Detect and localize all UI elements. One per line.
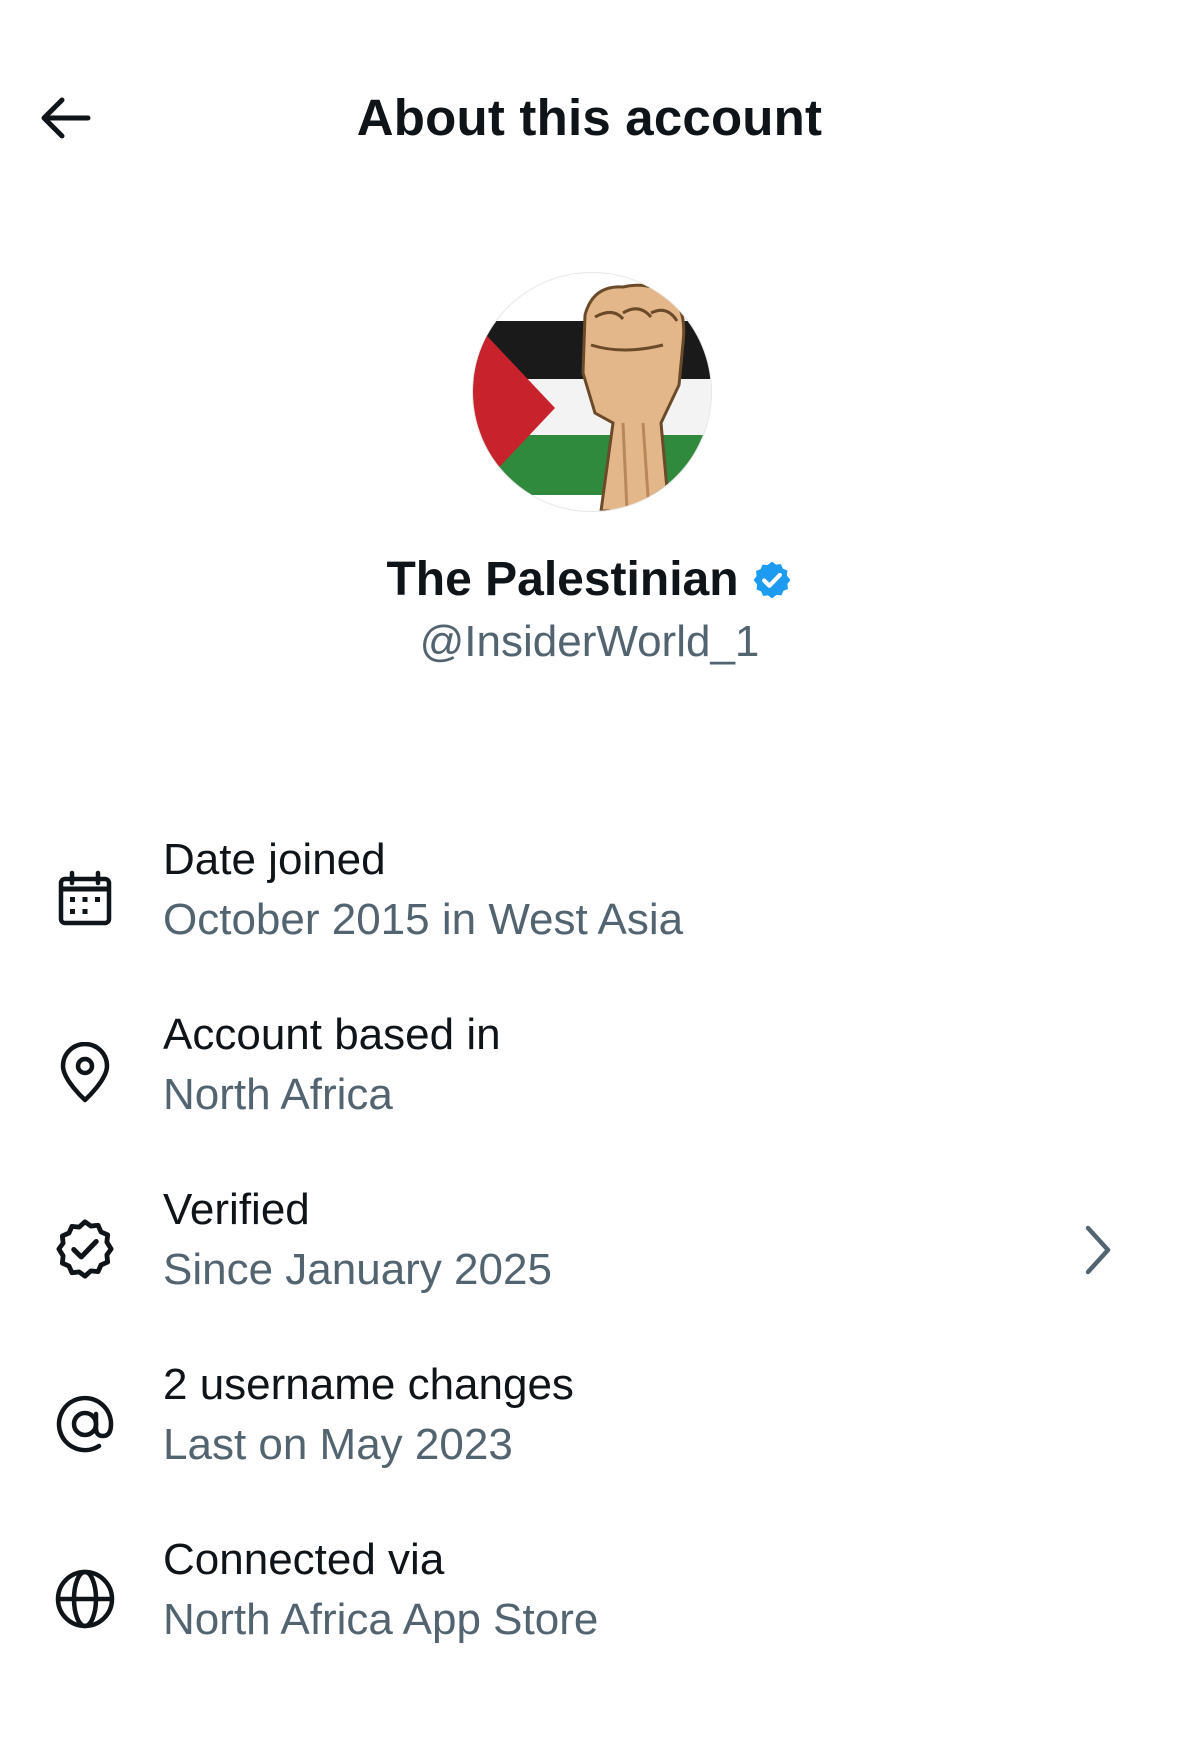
display-name: The Palestinian xyxy=(386,553,739,606)
info-text: Verified Since January 2025 xyxy=(163,1180,552,1300)
verified-badge-outline-icon xyxy=(50,1214,120,1284)
page-title: About this account xyxy=(356,89,823,146)
info-row-date-joined: Date joined October 2015 in West Asia xyxy=(0,830,1179,1005)
info-value: October 2015 in West Asia xyxy=(163,895,684,944)
avatar-image xyxy=(473,273,711,511)
info-text: Account based in North Africa xyxy=(163,1005,501,1125)
info-value: North Africa xyxy=(163,1070,393,1119)
info-list: Date joined October 2015 in West Asia Ac… xyxy=(0,830,1179,1705)
display-name-row: The Palestinian xyxy=(0,548,1179,612)
info-row-username-changes: 2 username changes Last on May 2023 xyxy=(0,1355,1179,1530)
info-text: Connected via North Africa App Store xyxy=(163,1530,598,1650)
info-row-account-based-in: Account based in North Africa xyxy=(0,1005,1179,1180)
info-value: Since January 2025 xyxy=(163,1245,552,1294)
header: About this account xyxy=(0,0,1179,230)
info-label: Account based in xyxy=(163,1010,501,1059)
verified-badge-icon[interactable] xyxy=(751,559,793,601)
info-value: Last on May 2023 xyxy=(163,1420,513,1469)
globe-icon xyxy=(50,1564,120,1634)
info-text: 2 username changes Last on May 2023 xyxy=(163,1355,574,1475)
handle: @InsiderWorld_1 xyxy=(419,617,760,666)
info-label: Connected via xyxy=(163,1535,445,1584)
info-label: 2 username changes xyxy=(163,1360,574,1409)
info-label: Verified xyxy=(163,1185,310,1234)
location-pin-icon xyxy=(50,1039,120,1109)
info-value: North Africa App Store xyxy=(163,1595,599,1644)
at-sign-icon xyxy=(50,1389,120,1459)
calendar-icon xyxy=(50,864,120,934)
info-row-connected-via: Connected via North Africa App Store xyxy=(0,1530,1179,1705)
info-text: Date joined October 2015 in West Asia xyxy=(163,830,683,950)
avatar[interactable] xyxy=(473,273,711,511)
chevron-right-icon[interactable] xyxy=(1068,1220,1128,1280)
info-row-verified[interactable]: Verified Since January 2025 xyxy=(0,1180,1179,1355)
info-label: Date joined xyxy=(163,835,386,884)
